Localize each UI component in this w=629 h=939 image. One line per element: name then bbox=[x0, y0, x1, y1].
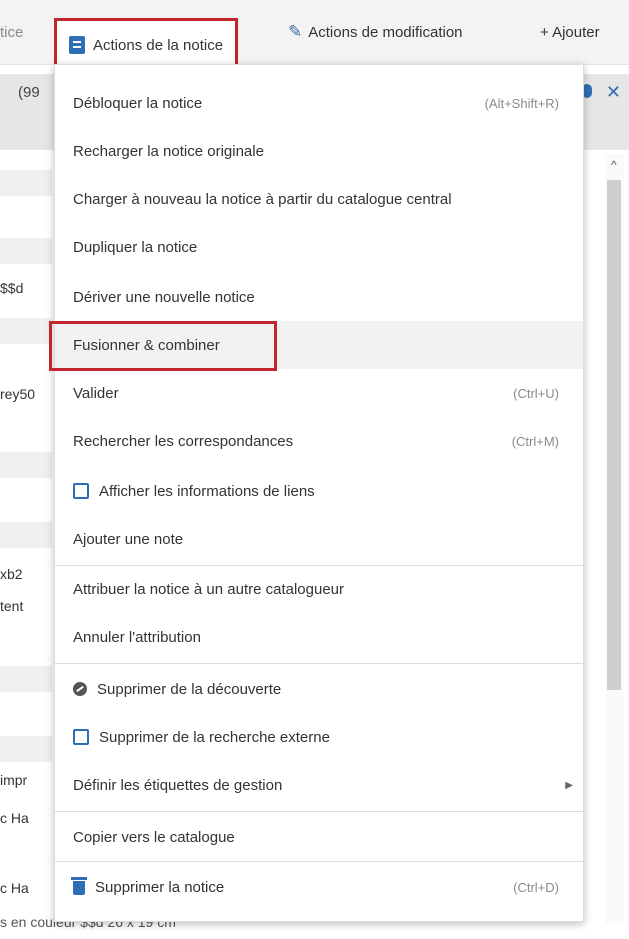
menu-item-shortcut: (Ctrl+D) bbox=[513, 879, 559, 895]
close-icon[interactable]: ✕ bbox=[606, 82, 621, 103]
menu-item-charger-catalogue-central[interactable]: Charger à nouveau la notice à partir du … bbox=[55, 175, 583, 223]
menu-item-label: Supprimer de la découverte bbox=[97, 680, 282, 698]
menu-item-label: Supprimer de la recherche externe bbox=[99, 728, 330, 746]
menu-item-label: Dupliquer la notice bbox=[73, 238, 198, 256]
actions-notice-label: Actions de la notice bbox=[93, 36, 224, 54]
menu-item-annuler-attribution[interactable]: Annuler l'attribution bbox=[55, 613, 583, 661]
ajouter-button[interactable]: + Ajouter bbox=[540, 0, 600, 64]
highlight-box bbox=[49, 321, 277, 371]
menu-item-label: Valider bbox=[73, 384, 119, 402]
menu-item-fusionner[interactable]: Fusionner & combiner bbox=[49, 321, 583, 371]
notice-icon bbox=[69, 36, 85, 54]
menu-item-shortcut: (Ctrl+U) bbox=[513, 385, 559, 401]
checkbox-icon[interactable] bbox=[73, 483, 89, 499]
menu-item-deriver[interactable]: Dériver une nouvelle notice bbox=[55, 273, 583, 321]
scrollbar-thumb[interactable] bbox=[607, 180, 621, 690]
menu-item-supprimer-notice[interactable]: Supprimer la notice (Ctrl+D) bbox=[55, 863, 583, 911]
field-text: xb2 bbox=[0, 566, 23, 582]
row-stripe bbox=[0, 736, 52, 762]
menu-item-rechercher-correspondances[interactable]: Rechercher les correspondances (Ctrl+M) bbox=[55, 417, 583, 465]
field-text: rey50 bbox=[0, 386, 36, 402]
trash-icon bbox=[71, 877, 87, 895]
menu-item-label: Dériver une nouvelle notice bbox=[73, 288, 255, 306]
checkbox-icon[interactable] bbox=[73, 729, 89, 745]
row-stripe bbox=[0, 522, 52, 548]
row-stripe bbox=[0, 170, 52, 196]
menu-item-copier-catalogue[interactable]: Copier vers le catalogue bbox=[55, 813, 583, 861]
menu-item-supprimer-recherche-externe[interactable]: Supprimer de la recherche externe bbox=[55, 713, 583, 761]
menu-item-label: Débloquer la notice bbox=[73, 94, 203, 112]
menu-divider bbox=[55, 861, 583, 862]
menu-item-label: Définir les étiquettes de gestion bbox=[73, 776, 283, 794]
menu-item-shortcut: (Alt+Shift+R) bbox=[484, 95, 559, 111]
menu-item-label: Recharger la notice originale bbox=[73, 142, 264, 160]
field-text: $$d bbox=[0, 280, 24, 296]
toolbar: tice Actions de la notice ✎ Actions de m… bbox=[0, 0, 629, 72]
menu-item-label: Ajouter une note bbox=[73, 530, 184, 548]
chevron-right-icon: ▶ bbox=[565, 779, 573, 791]
menu-item-label: Annuler l'attribution bbox=[73, 628, 201, 646]
actions-modification-label: Actions de modification bbox=[308, 23, 463, 41]
toolbar-partial-item[interactable]: tice bbox=[0, 0, 23, 64]
field-text: c Ha bbox=[0, 810, 29, 826]
menu-divider bbox=[55, 663, 583, 664]
row-stripe bbox=[0, 238, 52, 264]
menu-item-shortcut: (Ctrl+M) bbox=[511, 433, 559, 449]
menu-item-label: Charger à nouveau la notice à partir du … bbox=[73, 190, 452, 208]
menu-item-ajouter-note[interactable]: Ajouter une note bbox=[55, 515, 583, 563]
field-text: c Ha bbox=[0, 880, 29, 896]
field-text: tent bbox=[0, 598, 24, 614]
actions-notice-menu: Débloquer la notice (Alt+Shift+R) Rechar… bbox=[49, 64, 584, 922]
menu-divider bbox=[55, 811, 583, 812]
menu-item-supprimer-decouverte[interactable]: Supprimer de la découverte bbox=[55, 665, 583, 713]
menu-item-label: Rechercher les correspondances bbox=[73, 432, 294, 450]
record-header-text: (99 bbox=[18, 84, 40, 101]
menu-item-afficher-liens[interactable]: Afficher les informations de liens bbox=[55, 467, 583, 515]
discovery-block-icon bbox=[73, 682, 87, 696]
menu-item-recharger[interactable]: Recharger la notice originale bbox=[55, 127, 583, 175]
ajouter-label: + Ajouter bbox=[540, 23, 600, 41]
menu-item-label: Afficher les informations de liens bbox=[99, 482, 315, 500]
pencil-icon: ✎ bbox=[288, 22, 303, 41]
menu-item-dupliquer[interactable]: Dupliquer la notice bbox=[55, 223, 583, 271]
menu-item-label: Copier vers le catalogue bbox=[73, 828, 235, 846]
menu-item-attribuer[interactable]: Attribuer la notice à un autre catalogue… bbox=[55, 565, 583, 613]
row-stripe bbox=[0, 452, 52, 478]
menu-item-debloquer[interactable]: Débloquer la notice (Alt+Shift+R) bbox=[55, 79, 583, 127]
actions-de-modification-button[interactable]: ✎ Actions de modification bbox=[288, 0, 463, 64]
field-text: impr bbox=[0, 772, 28, 788]
menu-item-label: Attribuer la notice à un autre catalogue… bbox=[73, 580, 345, 598]
row-stripe bbox=[0, 318, 52, 344]
toolbar-partial-label: tice bbox=[0, 23, 24, 41]
row-stripe bbox=[0, 666, 52, 692]
menu-item-etiquettes-gestion[interactable]: Définir les étiquettes de gestion ▶ bbox=[55, 761, 583, 809]
scroll-up-icon[interactable]: ^ bbox=[611, 158, 617, 172]
menu-item-label: Supprimer la notice bbox=[95, 878, 225, 896]
menu-item-valider[interactable]: Valider (Ctrl+U) bbox=[55, 369, 583, 417]
